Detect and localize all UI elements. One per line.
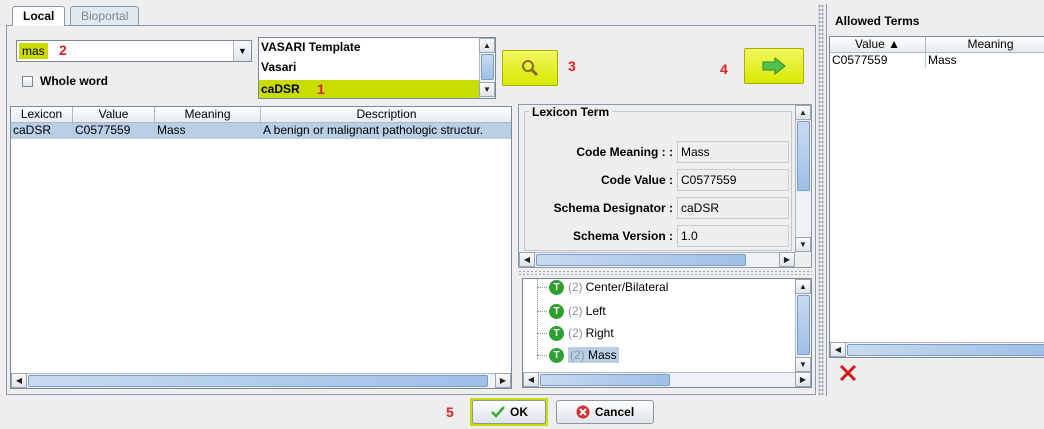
list-item[interactable]: Vasari [261,60,296,74]
delete-x-icon [839,364,857,382]
schema-designator-label: Schema Designator : [553,201,673,215]
tree-node[interactable]: T (2) Right [537,323,614,343]
scroll-down-arrow[interactable]: ▼ [479,82,495,97]
source-list-scrollbar[interactable]: ▲ ▼ [479,38,495,98]
lexicon-vscrollbar[interactable]: ▲ ▼ [795,105,811,253]
remove-term-button[interactable] [837,362,859,384]
lexicon-term-panel: Lexicon Term Code Meaning : : Mass Code … [518,104,812,268]
list-item[interactable]: VASARI Template [261,40,361,54]
scroll-up-arrow[interactable]: ▲ [795,279,811,294]
tab-bioportal[interactable]: Bioportal [70,6,140,26]
cancel-button[interactable]: Cancel [556,400,654,424]
scroll-left-arrow[interactable]: ◀ [519,252,535,267]
code-meaning-label: Code Meaning : : [576,145,673,159]
split-pane-divider[interactable] [518,270,812,276]
scroll-right-arrow[interactable]: ▶ [795,372,811,387]
column-header-value[interactable]: Value [73,107,155,123]
scroll-right-arrow[interactable]: ▶ [495,373,511,388]
scroll-left-arrow[interactable]: ◀ [523,372,539,387]
tree-vscrollbar[interactable]: ▲ ▼ [795,279,811,373]
lexicon-term-title: Lexicon Term [529,105,613,119]
scroll-up-arrow[interactable]: ▲ [795,105,811,120]
allowed-terms-title: Allowed Terms [835,14,920,28]
term-icon: T [549,279,564,295]
table-row[interactable]: caDSR C0577559 Mass A benign or malignan… [11,123,511,139]
column-header-meaning[interactable]: Meaning [926,37,1044,53]
cancel-icon [576,405,590,419]
results-table[interactable]: Lexicon Value Meaning Description caDSR … [10,106,512,389]
tree-node[interactable]: T (2) Center/Bilateral [537,279,668,297]
scroll-down-arrow[interactable]: ▼ [795,237,811,252]
step-number-4: 4 [720,61,728,77]
term-icon: T [549,325,564,341]
scroll-left-arrow[interactable]: ◀ [830,342,846,357]
column-header-meaning[interactable]: Meaning [155,107,261,123]
scroll-thumb[interactable] [540,374,670,386]
schema-designator-field: caDSR [677,197,789,219]
allowed-terms-hscrollbar[interactable]: ◀ [830,342,1044,357]
ok-button-highlight: OK [470,398,548,426]
arrow-right-icon [762,57,786,75]
scroll-thumb[interactable] [481,54,494,80]
scroll-thumb[interactable] [797,295,810,355]
table-row[interactable]: C0577559 Mass [830,53,1044,69]
term-icon: T [549,347,564,363]
scroll-up-arrow[interactable]: ▲ [479,38,495,53]
lexicon-hscrollbar[interactable]: ◀ ▶ [519,252,795,267]
ok-button[interactable]: OK [472,400,546,424]
tree-node-selected[interactable]: T (2) Mass [537,345,619,365]
search-input[interactable]: mas [19,43,48,59]
tree-hscrollbar[interactable]: ◀ ▶ [523,372,811,387]
cell-meaning: Mass [926,53,1044,68]
search-combobox[interactable]: mas 2 ▼ [16,40,252,62]
schema-version-field: 1.0 [677,225,789,247]
cell-meaning: Mass [155,123,261,138]
cell-description: A benign or malignant pathologic structu… [261,123,511,138]
search-button[interactable] [502,50,558,86]
whole-word-label: Whole word [40,74,108,88]
magnifier-icon [522,60,539,77]
source-list[interactable]: VASARI Template Vasari caDSR 1 ▲ ▼ [258,37,496,99]
cell-value: C0577559 [73,123,155,138]
scroll-thumb[interactable] [847,344,1044,356]
code-value-label: Code Value : [600,173,673,187]
chevron-down-icon[interactable]: ▼ [233,41,251,61]
schema-version-label: Schema Version : [572,229,673,243]
list-item-label: caDSR [261,82,300,96]
tab-local[interactable]: Local [12,6,66,26]
column-header-description[interactable]: Description [261,107,511,123]
whole-word-checkbox[interactable] [22,76,33,87]
cell-lexicon: caDSR [11,123,73,138]
results-hscrollbar[interactable]: ◀ ▶ [11,373,511,388]
allowed-terms-table[interactable]: Value ▲ Meaning C0577559 Mass ◀ [829,36,1044,358]
step-number-2: 2 [59,42,67,58]
scroll-thumb[interactable] [797,121,810,191]
term-tree[interactable]: T (2) Center/Bilateral T (2) Left T (2) … [522,278,812,388]
step-number-5: 5 [446,404,454,420]
scroll-thumb[interactable] [28,375,488,387]
scroll-down-arrow[interactable]: ▼ [795,357,811,372]
scroll-left-arrow[interactable]: ◀ [11,373,27,388]
step-number-1: 1 [317,81,325,97]
code-meaning-field: Mass [677,141,789,163]
tree-node[interactable]: T (2) Left [537,301,606,321]
scroll-thumb[interactable] [536,254,746,266]
split-pane-divider[interactable] [818,4,824,396]
allowed-terms-panel: Allowed Terms Value ▲ Meaning C0577559 M… [826,4,1044,396]
code-value-field: C0577559 [677,169,789,191]
column-header-lexicon[interactable]: Lexicon [11,107,73,123]
cell-value: C0577559 [830,53,926,68]
column-header-value[interactable]: Value ▲ [830,37,926,53]
add-term-button[interactable] [744,48,804,84]
list-item-selected[interactable]: caDSR 1 [259,80,479,98]
scroll-right-arrow[interactable]: ▶ [779,252,795,267]
step-number-3: 3 [568,58,576,74]
checkmark-icon [491,406,505,418]
term-icon: T [549,303,564,319]
